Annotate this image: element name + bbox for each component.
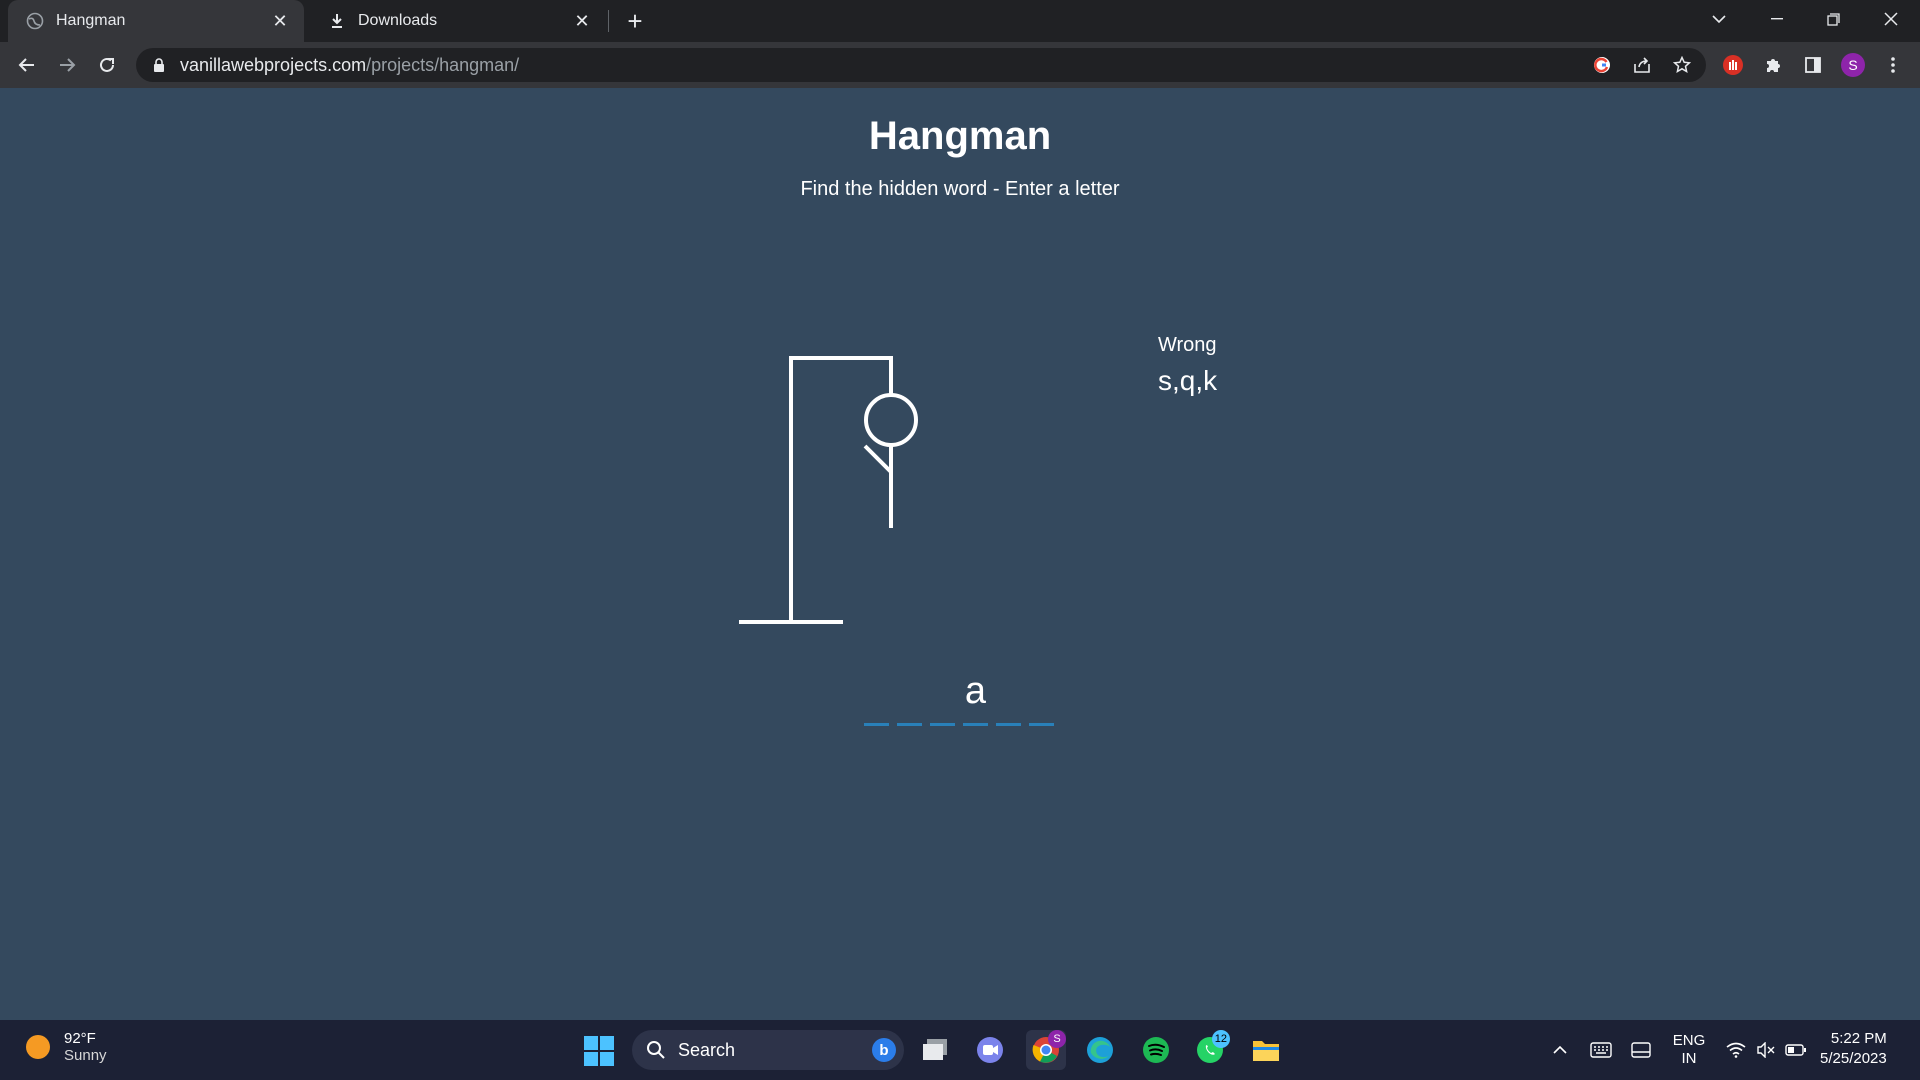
sun-icon (26, 1035, 50, 1059)
file-explorer-icon[interactable] (1246, 1030, 1286, 1070)
close-tab-icon[interactable]: ✕ (266, 7, 294, 35)
letter-slot (996, 672, 1021, 726)
lang-bottom: IN (1681, 1050, 1697, 1067)
wifi-icon[interactable] (1722, 1030, 1750, 1070)
weather-temp: 92°F (64, 1030, 96, 1047)
close-tab-icon[interactable]: ✕ (568, 7, 596, 35)
teams-chat-icon[interactable] (970, 1030, 1010, 1070)
taskbar-search[interactable]: Search b (632, 1030, 904, 1070)
search-icon (647, 1041, 665, 1059)
tab-hangman[interactable]: Hangman ✕ (8, 0, 304, 42)
tablet-mode-icon[interactable] (1626, 1030, 1656, 1070)
wrong-label: Wrong (1158, 334, 1217, 356)
wrong-letters: s,q,k (1158, 365, 1218, 396)
google-lens-icon[interactable] (1588, 51, 1616, 79)
kebab-menu-icon[interactable] (1878, 50, 1908, 80)
taskbar: 92°F Sunny Search b S 12 ENG IN 5:22 PM … (0, 1020, 1920, 1080)
taskbar-clock[interactable]: 5:22 PM 5/25/2023 (1820, 1029, 1887, 1069)
extension-hand-icon[interactable] (1718, 50, 1748, 80)
back-arrow-icon[interactable] (12, 50, 42, 80)
url-path: /projects/hangman/ (366, 54, 520, 75)
page-subtitle: Find the hidden word - Enter a letter (800, 178, 1120, 200)
clock-time: 5:22 PM (1830, 1030, 1887, 1047)
letter-slot (930, 672, 955, 726)
wrong-letters-container: Wrong s,q,k (1158, 334, 1217, 397)
weather-condition: Sunny (64, 1047, 107, 1064)
whatsapp-badge: 12 (1211, 1030, 1230, 1048)
windows-start-icon[interactable] (584, 1036, 614, 1066)
address-bar[interactable]: vanillawebprojects.com/projects/hangman/ (136, 48, 1706, 82)
tab-title: Downloads (358, 12, 438, 29)
avatar: S (1841, 53, 1865, 77)
hangman-figure (739, 356, 918, 624)
search-placeholder: Search (678, 1039, 736, 1060)
extensions-puzzle-icon[interactable] (1758, 50, 1788, 80)
chrome-app-icon[interactable]: S (1026, 1030, 1066, 1070)
letter-slot: a (963, 670, 988, 726)
word-slots: a (864, 670, 1054, 726)
letter-slot (864, 672, 889, 726)
minimize-button[interactable] (1754, 0, 1800, 38)
keyboard-icon[interactable] (1586, 1030, 1616, 1070)
page-title: Hangman (868, 114, 1052, 158)
lock-icon[interactable] (152, 57, 168, 73)
lang-top: ENG (1672, 1032, 1706, 1049)
share-icon[interactable] (1628, 51, 1656, 79)
restore-button[interactable] (1810, 0, 1856, 38)
whatsapp-app-icon[interactable]: 12 (1190, 1030, 1230, 1070)
forward-arrow-icon[interactable] (52, 50, 82, 80)
url-host: vanillawebprojects.com (180, 54, 367, 75)
hangman-head (864, 393, 918, 447)
volume-muted-icon[interactable] (1752, 1030, 1780, 1070)
letter-slot (897, 672, 922, 726)
language-indicator[interactable]: ENG IN (1666, 1030, 1712, 1070)
tab-strip: Hangman ✕ Downloads ✕ + (0, 0, 1920, 42)
chrome-profile-badge: S (1048, 1030, 1066, 1048)
profile-avatar[interactable]: S (1838, 50, 1868, 80)
hangman-left-arm (863, 444, 893, 474)
task-view-icon[interactable] (916, 1030, 956, 1070)
new-tab-button[interactable]: + (620, 6, 650, 36)
tab-downloads[interactable]: Downloads ✕ (310, 0, 606, 42)
edge-app-icon[interactable] (1080, 1030, 1120, 1070)
tab-title: Hangman (56, 12, 126, 29)
download-icon (328, 12, 346, 30)
globe-icon (26, 12, 44, 30)
bookmark-star-icon[interactable] (1668, 51, 1696, 79)
chevron-up-icon[interactable] (1546, 1030, 1574, 1070)
side-panel-icon[interactable] (1798, 50, 1828, 80)
browser-toolbar: vanillawebprojects.com/projects/hangman/… (0, 42, 1920, 88)
close-window-button[interactable] (1868, 0, 1914, 38)
letter-slot (1029, 672, 1054, 726)
clock-date: 5/25/2023 (1820, 1050, 1887, 1067)
weather-widget[interactable]: 92°F Sunny (26, 1030, 107, 1064)
spotify-app-icon[interactable] (1136, 1030, 1176, 1070)
hangman-page: Hangman Find the hidden word - Enter a l… (0, 88, 1920, 1020)
battery-icon[interactable] (1782, 1030, 1810, 1070)
bing-icon[interactable]: b (872, 1038, 896, 1062)
reload-icon[interactable] (92, 50, 122, 80)
tab-search-icon[interactable] (1696, 0, 1742, 38)
tab-divider (608, 10, 609, 32)
